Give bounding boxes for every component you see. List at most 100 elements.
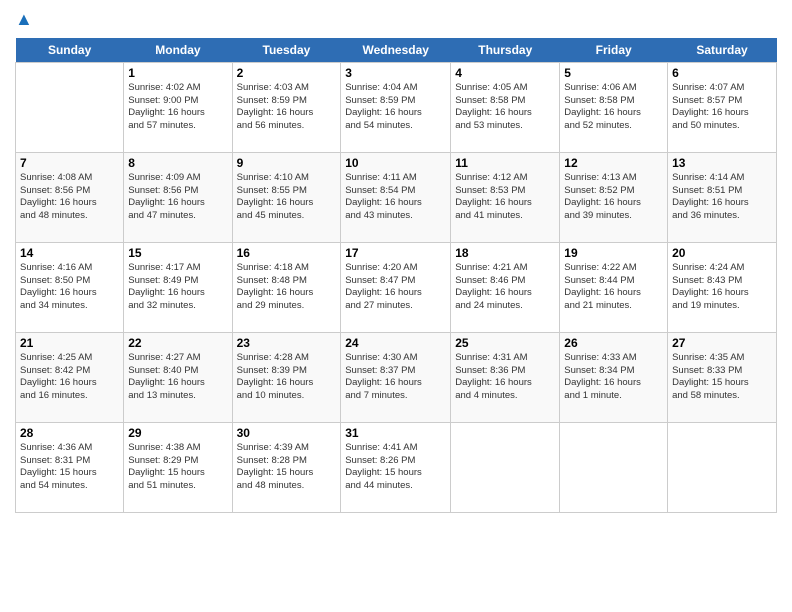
day-cell-26: 26 Sunrise: 4:33 AMSunset: 8:34 PMDayligh… <box>560 332 668 422</box>
day-info: Sunrise: 4:11 AMSunset: 8:54 PMDaylight:… <box>345 172 446 223</box>
day-number: 27 <box>672 336 772 350</box>
day-number: 14 <box>20 246 119 260</box>
header: ▲ <box>15 10 777 30</box>
day-cell-9: 9 Sunrise: 4:10 AMSunset: 8:55 PMDaylight… <box>232 152 341 242</box>
day-info: Sunrise: 4:10 AMSunset: 8:55 PMDaylight:… <box>237 172 337 223</box>
day-number: 17 <box>345 246 446 260</box>
col-header-sunday: Sunday <box>16 38 124 63</box>
col-header-thursday: Thursday <box>451 38 560 63</box>
day-info: Sunrise: 4:05 AMSunset: 8:58 PMDaylight:… <box>455 82 555 133</box>
day-number: 10 <box>345 156 446 170</box>
day-info: Sunrise: 4:33 AMSunset: 8:34 PMDaylight:… <box>564 352 663 403</box>
col-header-friday: Friday <box>560 38 668 63</box>
day-number: 15 <box>128 246 227 260</box>
day-info: Sunrise: 4:04 AMSunset: 8:59 PMDaylight:… <box>345 82 446 133</box>
day-info: Sunrise: 4:20 AMSunset: 8:47 PMDaylight:… <box>345 262 446 313</box>
empty-cell <box>668 422 777 512</box>
day-number: 12 <box>564 156 663 170</box>
day-number: 16 <box>237 246 337 260</box>
day-number: 29 <box>128 426 227 440</box>
day-cell-31: 31 Sunrise: 4:41 AMSunset: 8:26 PMDayligh… <box>341 422 451 512</box>
day-number: 1 <box>128 66 227 80</box>
day-cell-1: 1 Sunrise: 4:02 AMSunset: 9:00 PMDaylight… <box>124 62 232 152</box>
day-info: Sunrise: 4:17 AMSunset: 8:49 PMDaylight:… <box>128 262 227 313</box>
day-cell-28: 28Sunrise: 4:36 AMSunset: 8:31 PMDayligh… <box>16 422 124 512</box>
day-number: 25 <box>455 336 555 350</box>
day-cell-27: 27 Sunrise: 4:35 AMSunset: 8:33 PMDayligh… <box>668 332 777 422</box>
day-cell-10: 10 Sunrise: 4:11 AMSunset: 8:54 PMDayligh… <box>341 152 451 242</box>
empty-cell <box>16 62 124 152</box>
day-number: 3 <box>345 66 446 80</box>
day-number: 24 <box>345 336 446 350</box>
day-number: 26 <box>564 336 663 350</box>
day-cell-24: 24 Sunrise: 4:30 AMSunset: 8:37 PMDayligh… <box>341 332 451 422</box>
empty-cell <box>451 422 560 512</box>
day-info: Sunrise: 4:35 AMSunset: 8:33 PMDaylight:… <box>672 352 772 403</box>
day-number: 20 <box>672 246 772 260</box>
day-info: Sunrise: 4:41 AMSunset: 8:26 PMDaylight:… <box>345 442 446 493</box>
day-number: 8 <box>128 156 227 170</box>
day-cell-22: 22 Sunrise: 4:27 AMSunset: 8:40 PMDayligh… <box>124 332 232 422</box>
day-info: Sunrise: 4:28 AMSunset: 8:39 PMDaylight:… <box>237 352 337 403</box>
day-info: Sunrise: 4:39 AMSunset: 8:28 PMDaylight:… <box>237 442 337 493</box>
day-number: 5 <box>564 66 663 80</box>
col-header-saturday: Saturday <box>668 38 777 63</box>
day-number: 11 <box>455 156 555 170</box>
day-info: Sunrise: 4:06 AMSunset: 8:58 PMDaylight:… <box>564 82 663 133</box>
day-info: Sunrise: 4:25 AMSunset: 8:42 PMDaylight:… <box>20 352 119 403</box>
day-cell-30: 30Sunrise: 4:39 AMSunset: 8:28 PMDayligh… <box>232 422 341 512</box>
day-number: 19 <box>564 246 663 260</box>
day-info: Sunrise: 4:12 AMSunset: 8:53 PMDaylight:… <box>455 172 555 223</box>
day-number: 4 <box>455 66 555 80</box>
day-cell-19: 19 Sunrise: 4:22 AMSunset: 8:44 PMDayligh… <box>560 242 668 332</box>
day-cell-18: 18 Sunrise: 4:21 AMSunset: 8:46 PMDayligh… <box>451 242 560 332</box>
day-info: Sunrise: 4:08 AMSunset: 8:56 PMDaylight:… <box>20 172 119 223</box>
day-info: Sunrise: 4:18 AMSunset: 8:48 PMDaylight:… <box>237 262 337 313</box>
day-cell-23: 23 Sunrise: 4:28 AMSunset: 8:39 PMDayligh… <box>232 332 341 422</box>
day-cell-13: 13 Sunrise: 4:14 AMSunset: 8:51 PMDayligh… <box>668 152 777 242</box>
day-info: Sunrise: 4:31 AMSunset: 8:36 PMDaylight:… <box>455 352 555 403</box>
day-cell-11: 11 Sunrise: 4:12 AMSunset: 8:53 PMDayligh… <box>451 152 560 242</box>
day-cell-14: 14 Sunrise: 4:16 AMSunset: 8:50 PMDayligh… <box>16 242 124 332</box>
day-cell-4: 4 Sunrise: 4:05 AMSunset: 8:58 PMDaylight… <box>451 62 560 152</box>
calendar-table: SundayMondayTuesdayWednesdayThursdayFrid… <box>15 38 777 513</box>
day-cell-20: 20 Sunrise: 4:24 AMSunset: 8:43 PMDayligh… <box>668 242 777 332</box>
logo-text: ▲ <box>15 10 33 30</box>
day-info: Sunrise: 4:24 AMSunset: 8:43 PMDaylight:… <box>672 262 772 313</box>
day-number: 28 <box>20 426 119 440</box>
day-info: Sunrise: 4:16 AMSunset: 8:50 PMDaylight:… <box>20 262 119 313</box>
day-number: 2 <box>237 66 337 80</box>
day-info: Sunrise: 4:21 AMSunset: 8:46 PMDaylight:… <box>455 262 555 313</box>
day-number: 18 <box>455 246 555 260</box>
day-number: 13 <box>672 156 772 170</box>
day-cell-15: 15 Sunrise: 4:17 AMSunset: 8:49 PMDayligh… <box>124 242 232 332</box>
empty-cell <box>560 422 668 512</box>
col-header-monday: Monday <box>124 38 232 63</box>
day-info: Sunrise: 4:30 AMSunset: 8:37 PMDaylight:… <box>345 352 446 403</box>
day-number: 23 <box>237 336 337 350</box>
day-cell-25: 25 Sunrise: 4:31 AMSunset: 8:36 PMDayligh… <box>451 332 560 422</box>
day-info: Sunrise: 4:14 AMSunset: 8:51 PMDaylight:… <box>672 172 772 223</box>
day-info: Sunrise: 4:27 AMSunset: 8:40 PMDaylight:… <box>128 352 227 403</box>
day-info: Sunrise: 4:07 AMSunset: 8:57 PMDaylight:… <box>672 82 772 133</box>
day-number: 6 <box>672 66 772 80</box>
day-info: Sunrise: 4:13 AMSunset: 8:52 PMDaylight:… <box>564 172 663 223</box>
day-info: Sunrise: 4:22 AMSunset: 8:44 PMDaylight:… <box>564 262 663 313</box>
day-cell-6: 6 Sunrise: 4:07 AMSunset: 8:57 PMDaylight… <box>668 62 777 152</box>
col-header-wednesday: Wednesday <box>341 38 451 63</box>
day-number: 31 <box>345 426 446 440</box>
day-cell-7: 7Sunrise: 4:08 AMSunset: 8:56 PMDaylight… <box>16 152 124 242</box>
day-cell-5: 5 Sunrise: 4:06 AMSunset: 8:58 PMDaylight… <box>560 62 668 152</box>
col-header-tuesday: Tuesday <box>232 38 341 63</box>
day-cell-3: 3 Sunrise: 4:04 AMSunset: 8:59 PMDaylight… <box>341 62 451 152</box>
day-number: 9 <box>237 156 337 170</box>
day-cell-17: 17 Sunrise: 4:20 AMSunset: 8:47 PMDayligh… <box>341 242 451 332</box>
page: ▲ SundayMondayTuesdayWednesdayThursdayFr… <box>0 0 792 612</box>
day-number: 22 <box>128 336 227 350</box>
day-info: Sunrise: 4:02 AMSunset: 9:00 PMDaylight:… <box>128 82 227 133</box>
day-info: Sunrise: 4:38 AMSunset: 8:29 PMDaylight:… <box>128 442 227 493</box>
day-cell-21: 21Sunrise: 4:25 AMSunset: 8:42 PMDayligh… <box>16 332 124 422</box>
logo: ▲ <box>15 10 33 30</box>
day-info: Sunrise: 4:09 AMSunset: 8:56 PMDaylight:… <box>128 172 227 223</box>
day-cell-16: 16 Sunrise: 4:18 AMSunset: 8:48 PMDayligh… <box>232 242 341 332</box>
